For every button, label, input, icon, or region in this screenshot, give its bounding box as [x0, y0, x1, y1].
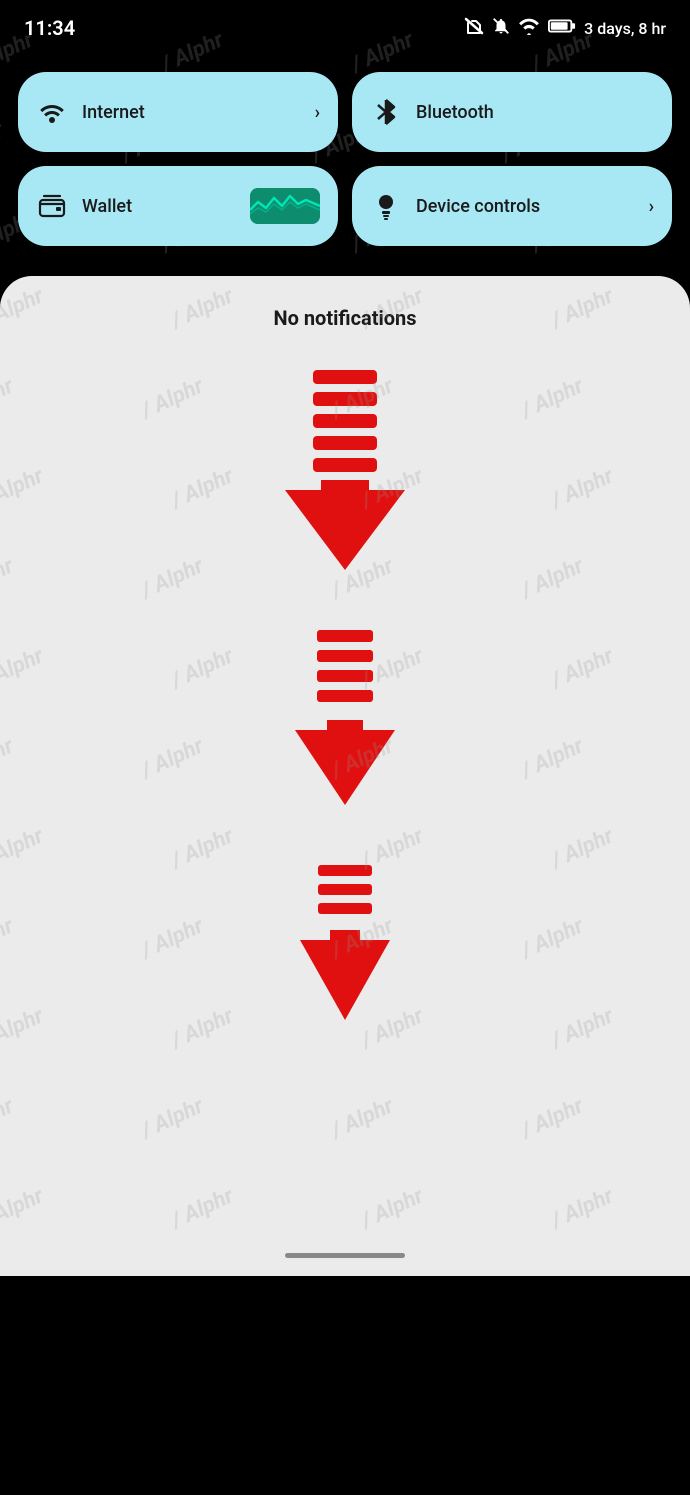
internet-chevron: › [315, 102, 320, 123]
home-indicator [285, 1253, 405, 1258]
bulb-icon [370, 192, 402, 220]
down-arrow-3 [300, 865, 390, 1020]
status-icons: 3 days, 8 hr [464, 17, 666, 40]
wallet-icon [36, 194, 68, 218]
no-notifications-text: No notifications [273, 306, 416, 330]
tile-wallet[interactable]: Wallet [18, 166, 338, 246]
wallet-label: Wallet [82, 196, 236, 217]
down-arrow-1 [285, 370, 405, 570]
battery-icon [548, 18, 576, 38]
wallet-card-image [250, 188, 320, 224]
bluetooth-icon [370, 98, 402, 126]
status-time: 11:34 [24, 16, 75, 40]
no-sim-icon [464, 17, 484, 40]
device-controls-label: Device controls [416, 196, 635, 217]
mute-icon [492, 17, 510, 40]
quick-settings-grid: Internet › Bluetooth Wallet [0, 52, 690, 276]
tile-bluetooth[interactable]: Bluetooth [352, 72, 672, 152]
wifi-status-icon [518, 17, 540, 39]
internet-label: Internet [82, 102, 301, 123]
device-controls-chevron: › [649, 196, 654, 217]
arrow-group-2 [295, 630, 395, 805]
notification-panel: / Alphr / Alphr / Alphr / Alphr / Alphr … [0, 276, 690, 1276]
status-bar: 11:34 [0, 0, 690, 52]
arrow-group-1 [285, 370, 405, 570]
tile-internet[interactable]: Internet › [18, 72, 338, 152]
arrows-container [20, 360, 670, 1020]
arrow-group-3 [300, 865, 390, 1020]
bluetooth-label: Bluetooth [416, 102, 654, 123]
tile-device-controls[interactable]: Device controls › [352, 166, 672, 246]
down-arrow-2 [295, 630, 395, 805]
wifi-icon [36, 101, 68, 123]
battery-text: 3 days, 8 hr [584, 19, 666, 38]
